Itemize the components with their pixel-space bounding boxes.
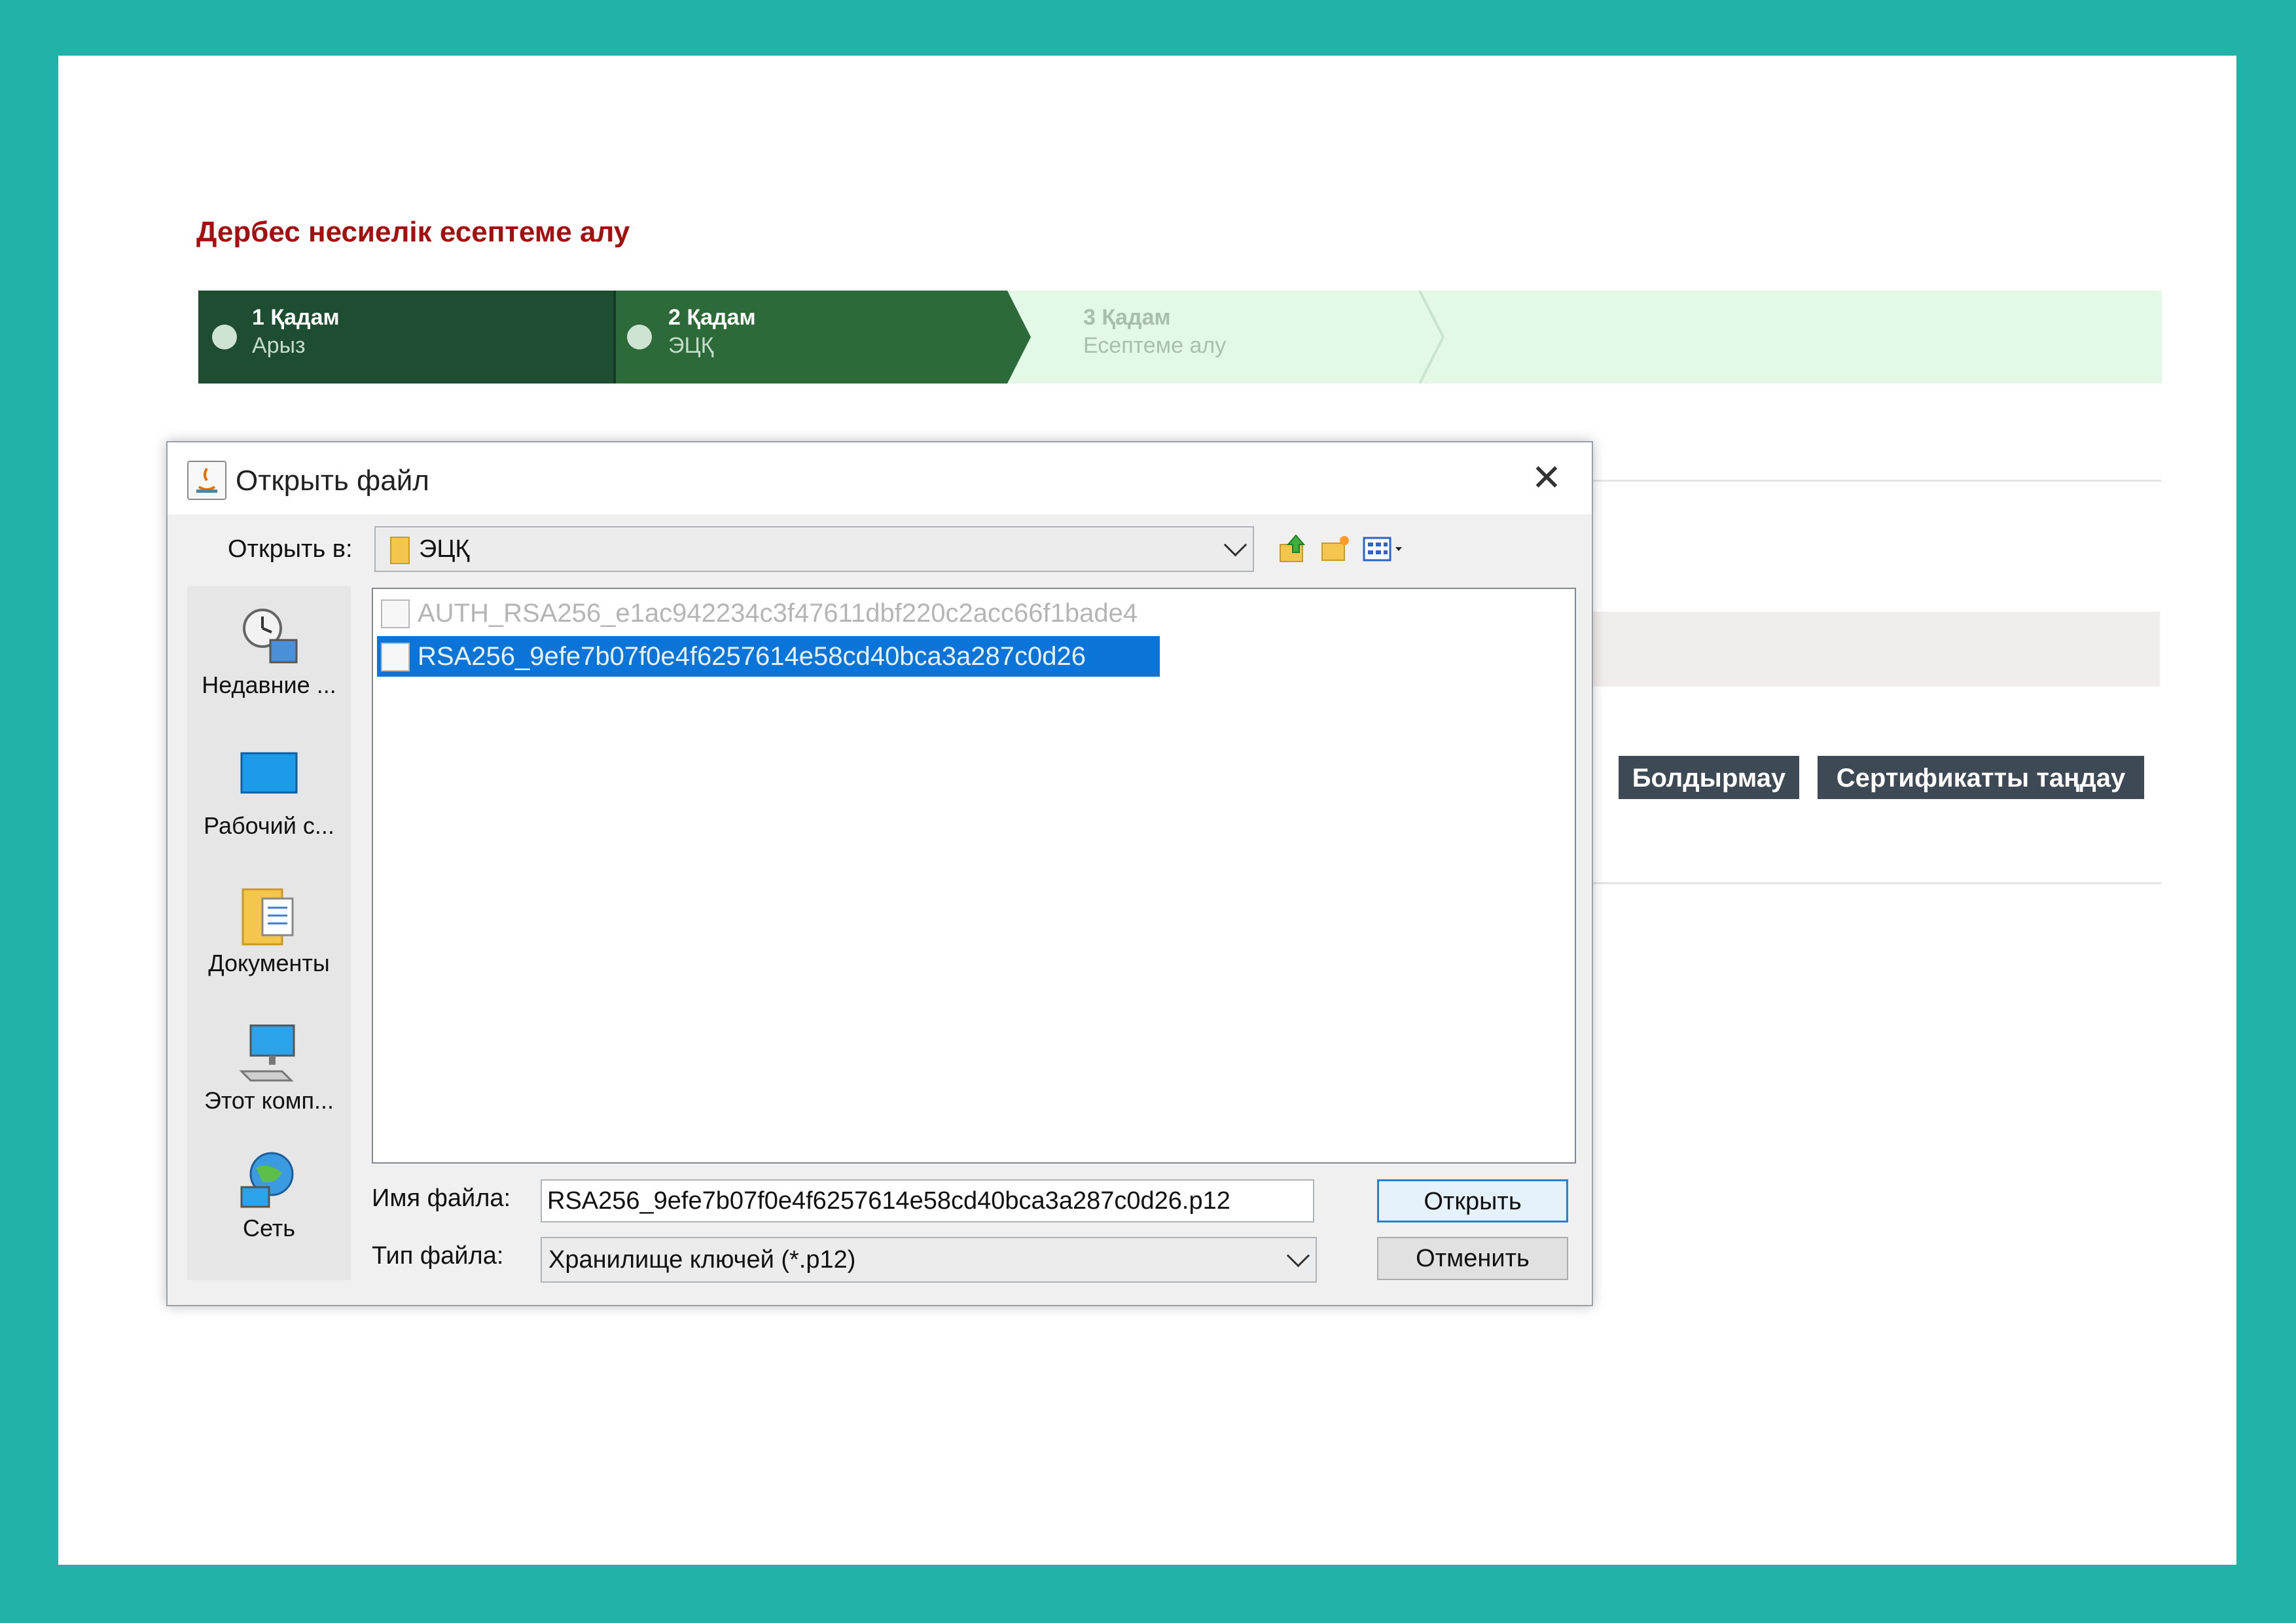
check-icon	[212, 325, 237, 349]
file-item[interactable]: AUTH_RSA256_e1ac942234c3f47611dbf220c2ac…	[377, 593, 1221, 633]
place-network-label: Сеть	[242, 1215, 296, 1241]
check-icon	[627, 325, 652, 349]
cancel-dialog-button[interactable]: Отменить	[1377, 1237, 1568, 1280]
file-item-selected[interactable]: RSA256_9efe7b07f0e4f6257614e58cd40bca3a2…	[377, 636, 1160, 677]
file-item-name: RSA256_9efe7b07f0e4f6257614e58cd40bca3a2…	[418, 642, 1086, 671]
place-desktop[interactable]: Рабочий с...	[187, 747, 351, 878]
dialog-titlebar: Открыть файл ✕	[168, 442, 1592, 514]
step-3-subtitle: Есептеме алу	[1083, 333, 1227, 358]
open-file-dialog: Открыть файл ✕ Открыть в: ЭЦҚ Недавние .…	[166, 441, 1593, 1306]
dialog-title: Открыть файл	[236, 465, 429, 497]
place-this-pc[interactable]: Этот комп...	[187, 1022, 351, 1152]
place-this-pc-label: Этот комп...	[204, 1087, 334, 1114]
recent-icon	[236, 606, 302, 671]
look-in-label: Открыть в:	[228, 535, 353, 563]
file-type-value: Хранилище ключей (*.p12)	[548, 1246, 856, 1274]
page-title: Дербес несиелік есептеме алу	[196, 216, 630, 248]
step-2-subtitle: ЭЦҚ	[668, 333, 714, 358]
certificate-file-icon	[381, 643, 410, 671]
view-menu-icon[interactable]	[1361, 533, 1407, 564]
look-in-value: ЭЦҚ	[419, 535, 470, 563]
cancel-button[interactable]: Болдырмау	[1619, 756, 1799, 799]
place-recent-label: Недавние ...	[202, 671, 336, 698]
file-item-name: AUTH_RSA256_e1ac942234c3f47611dbf220c2ac…	[418, 599, 1138, 628]
file-name-input[interactable]: RSA256_9efe7b07f0e4f6257614e58cd40bca3a2…	[541, 1179, 1314, 1222]
step-3-title: 3 Қадам	[1083, 305, 1171, 330]
stepper: 1 Қадам Арыз 2 Қадам ЭЦҚ 3 Қадам Есептем…	[198, 290, 2162, 384]
java-icon	[187, 461, 226, 500]
step-1: 1 Қадам Арыз	[252, 305, 340, 359]
folder-icon	[390, 537, 410, 564]
step-2: 2 Қадам ЭЦҚ	[668, 305, 756, 359]
documents-icon	[236, 884, 302, 950]
step-3: 3 Қадам Есептеме алу	[1083, 305, 1226, 359]
step-1-subtitle: Арыз	[252, 333, 306, 358]
place-recent[interactable]: Недавние ...	[187, 606, 351, 737]
place-documents-label: Документы	[208, 950, 330, 976]
place-documents[interactable]: Документы	[187, 884, 351, 1015]
file-name-label: Имя файла:	[372, 1185, 511, 1212]
step-2-title: 2 Қадам	[668, 305, 756, 330]
divider	[1590, 480, 2161, 482]
chevron-down-icon	[1223, 533, 1247, 557]
place-desktop-label: Рабочий с...	[204, 812, 334, 839]
step-1-title: 1 Қадам	[252, 305, 340, 330]
divider	[1590, 882, 2161, 884]
network-icon	[236, 1149, 302, 1215]
look-in-select[interactable]: ЭЦҚ	[374, 526, 1254, 572]
new-folder-icon[interactable]	[1319, 533, 1351, 564]
desktop-icon	[236, 747, 302, 812]
certificate-file-icon	[381, 599, 410, 628]
up-folder-icon[interactable]	[1278, 533, 1309, 564]
file-type-select[interactable]: Хранилище ключей (*.p12)	[541, 1237, 1317, 1283]
open-button[interactable]: Открыть	[1377, 1179, 1568, 1222]
file-list[interactable]: AUTH_RSA256_e1ac942234c3f47611dbf220c2ac…	[372, 588, 1576, 1164]
file-type-label: Тип файла:	[372, 1242, 504, 1270]
close-icon[interactable]: ✕	[1528, 459, 1566, 497]
place-network[interactable]: Сеть	[187, 1149, 351, 1280]
notice-bar	[1571, 612, 2160, 687]
places-bar: Недавние ... Рабочий с... Документы Этот…	[187, 586, 351, 1280]
select-certificate-button[interactable]: Сертификатты таңдау	[1818, 756, 2144, 799]
computer-icon	[236, 1022, 302, 1087]
chevron-down-icon	[1286, 1244, 1310, 1268]
